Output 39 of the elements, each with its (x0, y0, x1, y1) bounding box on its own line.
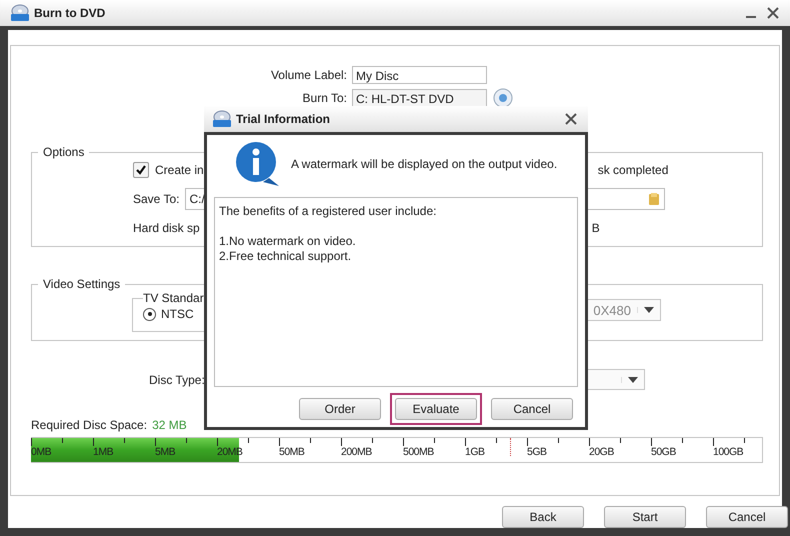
scale-label: 50GB (651, 446, 676, 458)
scale-label: 20GB (589, 446, 614, 458)
group-title: Video Settings (42, 277, 122, 291)
wizard-button[interactable]: Start (604, 506, 686, 528)
wizard-button[interactable]: Cancel (706, 506, 788, 528)
required-space-value: 32 MB (152, 418, 187, 432)
burn-to-dropdown[interactable]: C: HL-DT-ST DVD (352, 89, 487, 107)
details-line: The benefits of a registered user include: (219, 204, 436, 218)
wizard-button[interactable]: Back (502, 506, 584, 528)
scale-label: 500MB (403, 446, 434, 458)
scale-label: 200MB (341, 446, 372, 458)
volume-label-field[interactable]: My Disc (352, 66, 487, 84)
window-title: Burn to DVD (34, 6, 106, 20)
scale-label: 5GB (527, 446, 547, 458)
scale-label: 1MB (93, 446, 114, 458)
burn-to-label: Burn To: (302, 91, 348, 105)
scale-label: 100GB (713, 446, 744, 458)
dialog-button[interactable]: Order (299, 398, 381, 420)
scale-label: 50MB (279, 446, 304, 458)
dialog-title: Trial Information (236, 112, 330, 126)
checkbox-label: Create in (155, 163, 204, 177)
dialog-button[interactable]: Cancel (491, 398, 573, 420)
scale-label: 0MB (31, 446, 52, 458)
volume-label-label: Volume Label: (270, 68, 348, 82)
option-text: sk completed (598, 163, 668, 177)
hard-disk-space-label: Hard disk sp (133, 221, 200, 235)
scale-label: 5MB (155, 446, 176, 458)
dialog-message: A watermark will be displayed on the output video. (291, 157, 558, 171)
hard-disk-space-value: B (592, 221, 600, 235)
radio-label: NTSC (161, 307, 194, 321)
save-to-label: Save To: (133, 192, 180, 206)
details-line: 1.No watermark on video. (219, 234, 356, 248)
dialog-button[interactable]: Evaluate (395, 398, 477, 420)
required-space-label: Required Disc Space: (31, 418, 148, 432)
group-title: Options (42, 145, 86, 159)
scale-label: 1GB (465, 446, 485, 458)
group-title: TV Standar (143, 291, 204, 305)
details-line: 2.Free technical support. (219, 249, 352, 263)
disc-type-label: Disc Type: (149, 372, 205, 386)
